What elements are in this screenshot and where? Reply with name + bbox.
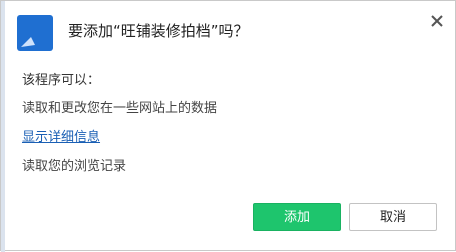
dialog-left-edge: [1, 1, 5, 252]
show-details-link[interactable]: 显示详细信息: [22, 129, 100, 147]
wangpu-app-icon: [17, 15, 53, 51]
extension-install-dialog: 要添加“旺铺装修拍档”吗？ 该程序可以： 读取和更改您在一些网站上的数据 显示详…: [0, 0, 456, 252]
add-button[interactable]: 添加: [253, 203, 341, 231]
permissions-heading: 该程序可以：: [22, 73, 101, 88]
cancel-button[interactable]: 取消: [349, 203, 437, 231]
dialog-title: 要添加“旺铺装修拍档”吗？: [68, 22, 249, 40]
permission-item: 读取您的浏览记录: [22, 159, 127, 174]
close-icon: [431, 15, 443, 27]
close-button[interactable]: [427, 11, 447, 31]
permission-item: 读取和更改您在一些网站上的数据: [22, 101, 218, 116]
